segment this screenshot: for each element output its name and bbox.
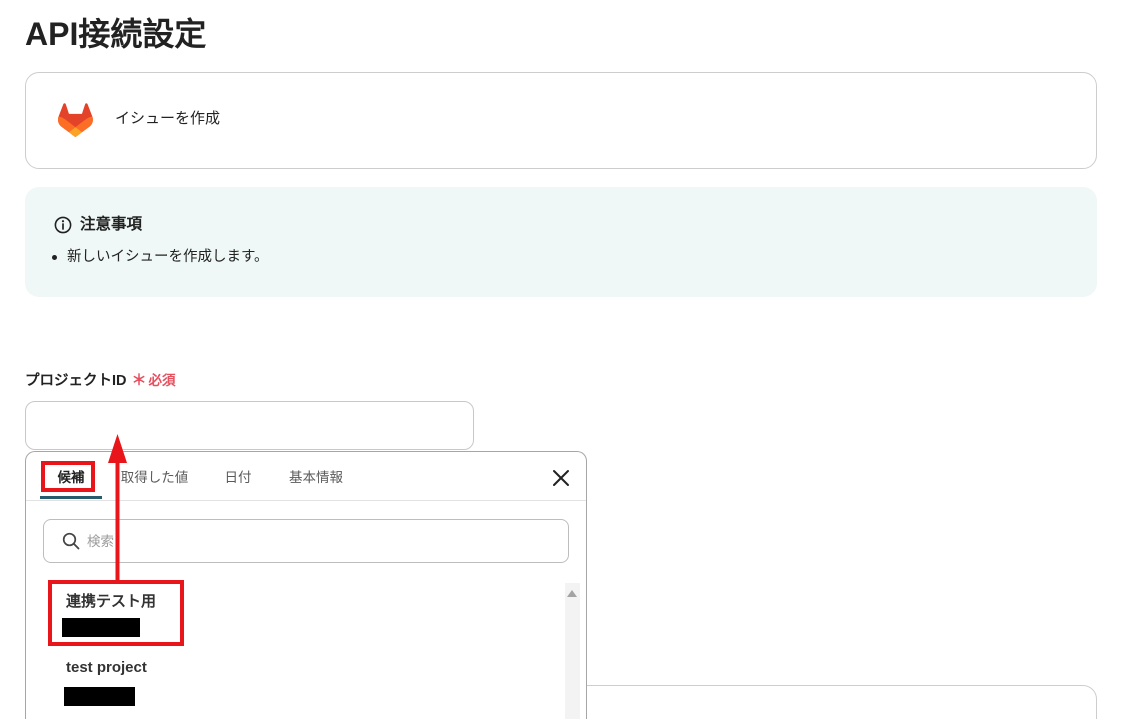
project-id-label-text: プロジェクトID — [25, 373, 127, 389]
gitlab-logo-icon — [58, 103, 93, 137]
close-button[interactable] — [552, 469, 570, 487]
close-icon — [553, 470, 569, 486]
bullet-dot — [52, 255, 57, 260]
redacted-id-bar — [62, 618, 140, 637]
project-id-input[interactable] — [25, 401, 474, 450]
project-id-label: プロジェクトID ＊必須 — [25, 370, 176, 392]
screen: API接続設定 イシューを作成 注意事項 新しいイシューを作成します。 プロジェ… — [0, 0, 1130, 719]
tab-basic-info[interactable]: 基本情報 — [271, 452, 361, 500]
scrollbar[interactable] — [565, 583, 580, 719]
search-input[interactable] — [44, 520, 568, 562]
tab-retrieved-values[interactable]: 取得した値 — [104, 452, 205, 500]
notice-item: 新しいイシューを作成します。 — [25, 246, 1025, 268]
option-list: 連携テスト用 test project — [26, 580, 586, 719]
redacted-id-bar — [64, 687, 135, 706]
action-card[interactable]: イシューを作成 — [25, 72, 1097, 169]
tab-divider — [26, 500, 586, 501]
search-box — [43, 519, 569, 563]
required-mark: ＊ — [131, 372, 147, 389]
page-title: API接続設定 — [25, 16, 207, 52]
action-label: イシューを作成 — [115, 110, 221, 127]
tab-candidates[interactable]: 候補 — [40, 452, 102, 500]
notice-item-text: 新しいイシューを作成します。 — [67, 249, 269, 265]
value-picker-popup: 候補 取得した値 日付 基本情報 連携テスト用 — [25, 451, 587, 719]
tab-date[interactable]: 日付 — [208, 452, 268, 500]
notice-box: 注意事項 新しいイシューを作成します。 — [25, 187, 1097, 297]
search-icon — [62, 532, 80, 550]
option-name: test project — [66, 659, 147, 676]
scroll-up-arrow-icon[interactable] — [567, 590, 577, 597]
info-icon — [54, 216, 72, 234]
notice-title: 注意事項 — [80, 216, 143, 233]
required-text: 必須 — [148, 373, 176, 388]
option-item[interactable]: test project — [26, 646, 565, 712]
option-name: 連携テスト用 — [66, 593, 157, 610]
option-item[interactable]: 連携テスト用 — [26, 580, 565, 646]
notice-list: 新しいイシューを作成します。 — [25, 246, 1025, 268]
